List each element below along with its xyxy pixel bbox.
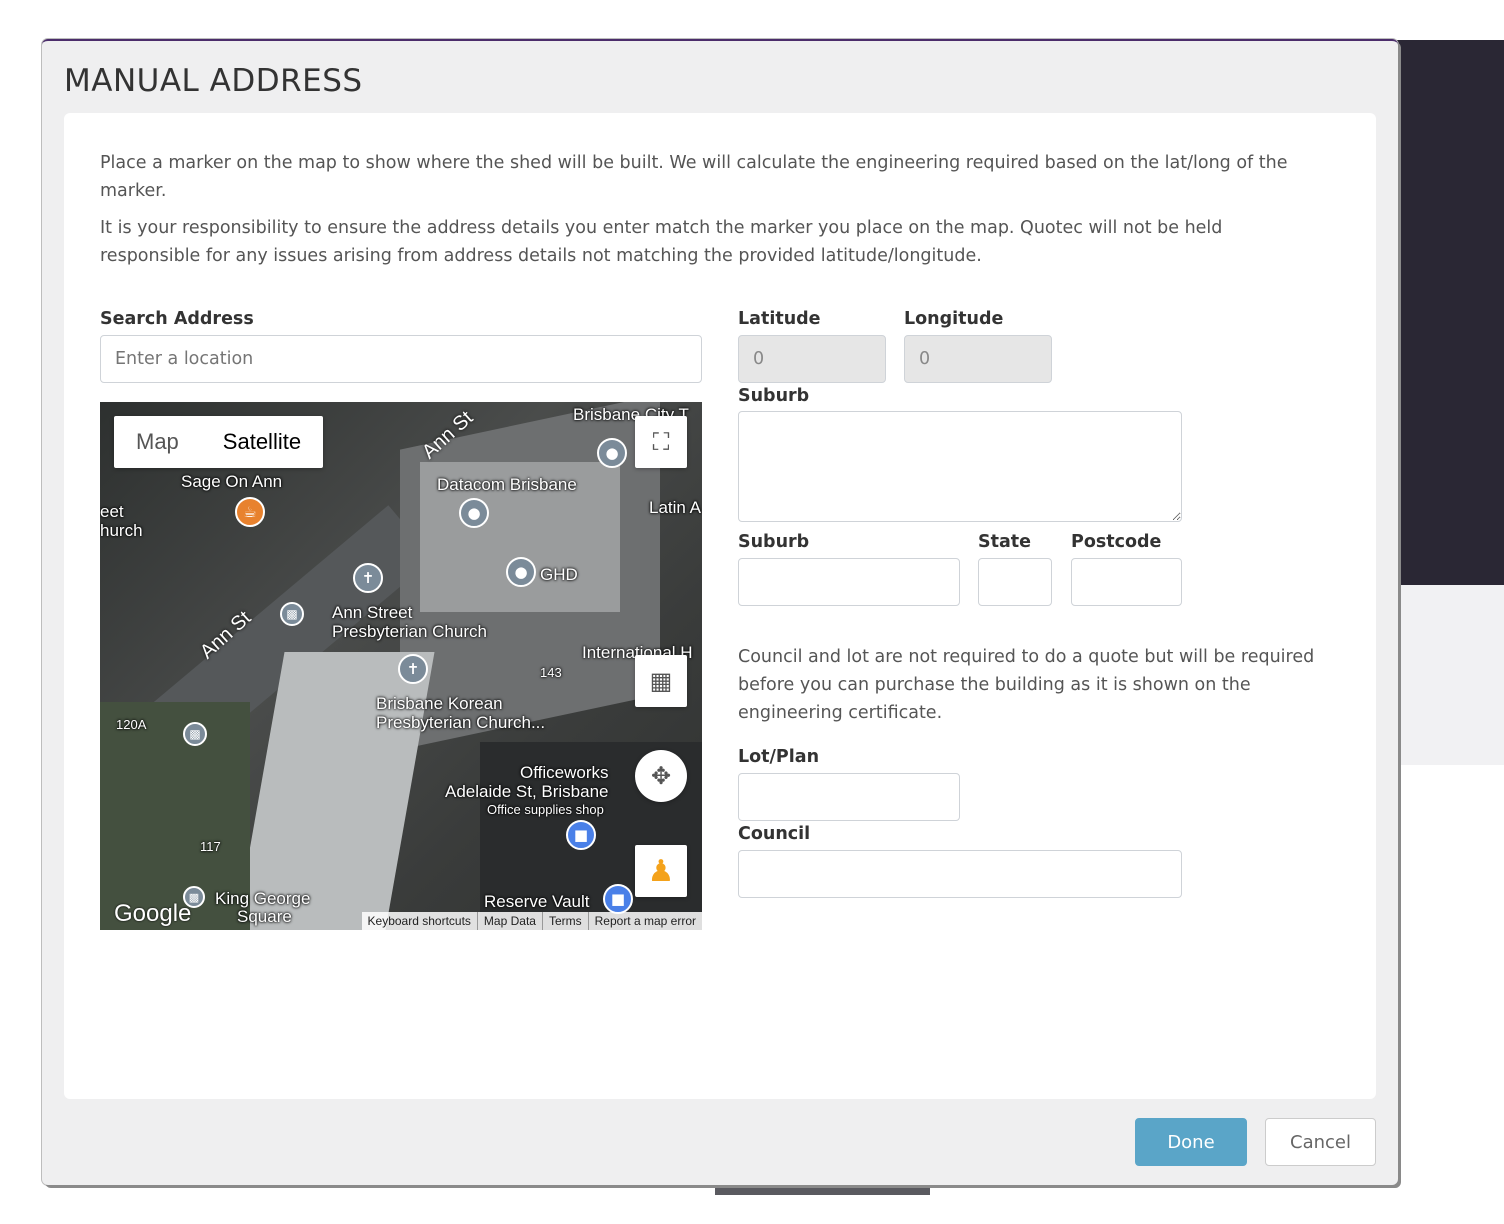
backdrop-panel — [1395, 40, 1504, 585]
bus-stop-icon[interactable]: ▩ — [183, 722, 207, 746]
done-button[interactable]: Done — [1135, 1118, 1247, 1166]
dialog-body: Place a marker on the map to show where … — [64, 113, 1376, 1099]
map-label-latin: Latin A — [649, 498, 701, 517]
longitude-input — [904, 335, 1052, 383]
cancel-button[interactable]: Cancel — [1265, 1118, 1376, 1166]
church-pin-icon[interactable]: ✝ — [353, 563, 383, 593]
map-label-sage: Sage On Ann — [181, 472, 283, 491]
state-label: State — [978, 532, 1032, 552]
latitude-label: Latitude — [738, 309, 821, 329]
google-logo: Google — [114, 900, 192, 927]
shopping-pin-icon[interactable]: ■ — [566, 820, 596, 850]
map-label-reserve: Reserve Vault — [484, 892, 590, 911]
backdrop-bar — [715, 1185, 930, 1195]
map-label-street-church: eet — [100, 502, 124, 521]
church-pin-icon[interactable]: ✝ — [398, 654, 428, 684]
camera-control-icon[interactable]: ✥ — [635, 750, 687, 802]
suburb-label: Suburb — [738, 532, 810, 552]
council-label: Council — [738, 824, 811, 844]
map-type-map-button[interactable]: Map — [114, 416, 201, 468]
bus-stop-icon[interactable]: ▩ — [280, 602, 304, 626]
map-label-120a: 120A — [116, 717, 147, 732]
map-label-king-george-2: Square — [237, 907, 292, 926]
map-label-officeworks-2: Adelaide St, Brisbane — [445, 782, 609, 801]
state-input[interactable] — [978, 558, 1052, 606]
postcode-label: Postcode — [1071, 532, 1162, 552]
lot-plan-label: Lot/Plan — [738, 747, 820, 767]
pegman-icon[interactable]: ♟ — [635, 845, 687, 897]
map-view[interactable]: Ann St Ann St Brisbane City T Sage On An… — [100, 402, 702, 930]
search-address-input[interactable] — [100, 335, 702, 383]
backdrop-panel-light — [1395, 585, 1504, 765]
layers-grid-icon[interactable]: ▦ — [635, 655, 687, 707]
map-attribution: Keyboard shortcuts Map Data Terms Report… — [361, 912, 702, 930]
latitude-input — [738, 335, 886, 383]
longitude-label: Longitude — [904, 309, 1004, 329]
map-label-officeworks-3: Office supplies shop — [487, 802, 604, 817]
map-label-king-george: King George — [215, 889, 311, 908]
fullscreen-icon[interactable]: ⛶ — [635, 416, 687, 468]
council-lot-note: Council and lot are not required to do a… — [738, 647, 1315, 723]
search-address-label: Search Address — [100, 309, 254, 329]
street-address-textarea[interactable] — [738, 411, 1182, 522]
suburb-input[interactable] — [738, 558, 960, 606]
keyboard-shortcuts-link[interactable]: Keyboard shortcuts — [362, 912, 477, 930]
map-data-link[interactable]: Map Data — [476, 912, 542, 930]
place-pin-icon[interactable]: ● — [597, 438, 627, 468]
terms-link[interactable]: Terms — [541, 912, 588, 930]
map-label-officeworks: Officeworks — [520, 763, 609, 782]
map-label-street-church-2: hurch — [100, 521, 143, 540]
shopping-pin-icon[interactable]: ■ — [603, 884, 633, 914]
council-input[interactable] — [738, 850, 1182, 898]
map-label-143: 143 — [540, 665, 562, 680]
intro-text-marker: Place a marker on the map to show where … — [100, 153, 1288, 201]
place-pin-icon[interactable]: ● — [506, 557, 536, 587]
map-label-datacom: Datacom Brisbane — [437, 475, 577, 494]
map-label-ann-church: Ann Street — [332, 603, 413, 622]
map-label-korean: Brisbane Korean — [376, 694, 503, 713]
dialog-title: MANUAL ADDRESS — [64, 63, 363, 99]
intro-text-responsibility: It is your responsibility to ensure the … — [100, 218, 1223, 266]
map-label-ann-church-2: Presbyterian Church — [332, 622, 487, 641]
map-type-satellite-button[interactable]: Satellite — [201, 416, 323, 468]
lot-plan-input[interactable] — [738, 773, 960, 821]
map-label-korean-2: Presbyterian Church... — [376, 713, 546, 732]
manual-address-dialog: MANUAL ADDRESS Place a marker on the map… — [42, 39, 1398, 1185]
place-pin-icon[interactable]: ● — [459, 498, 489, 528]
cafe-pin-icon[interactable]: ☕ — [235, 497, 265, 527]
report-error-link[interactable]: Report a map error — [587, 912, 702, 930]
map-label-ghd: GHD — [540, 565, 578, 584]
postcode-input[interactable] — [1071, 558, 1182, 606]
street-address-label: Suburb — [738, 386, 810, 406]
map-type-control: Map Satellite — [114, 416, 324, 468]
map-label-117: 117 — [200, 839, 221, 854]
